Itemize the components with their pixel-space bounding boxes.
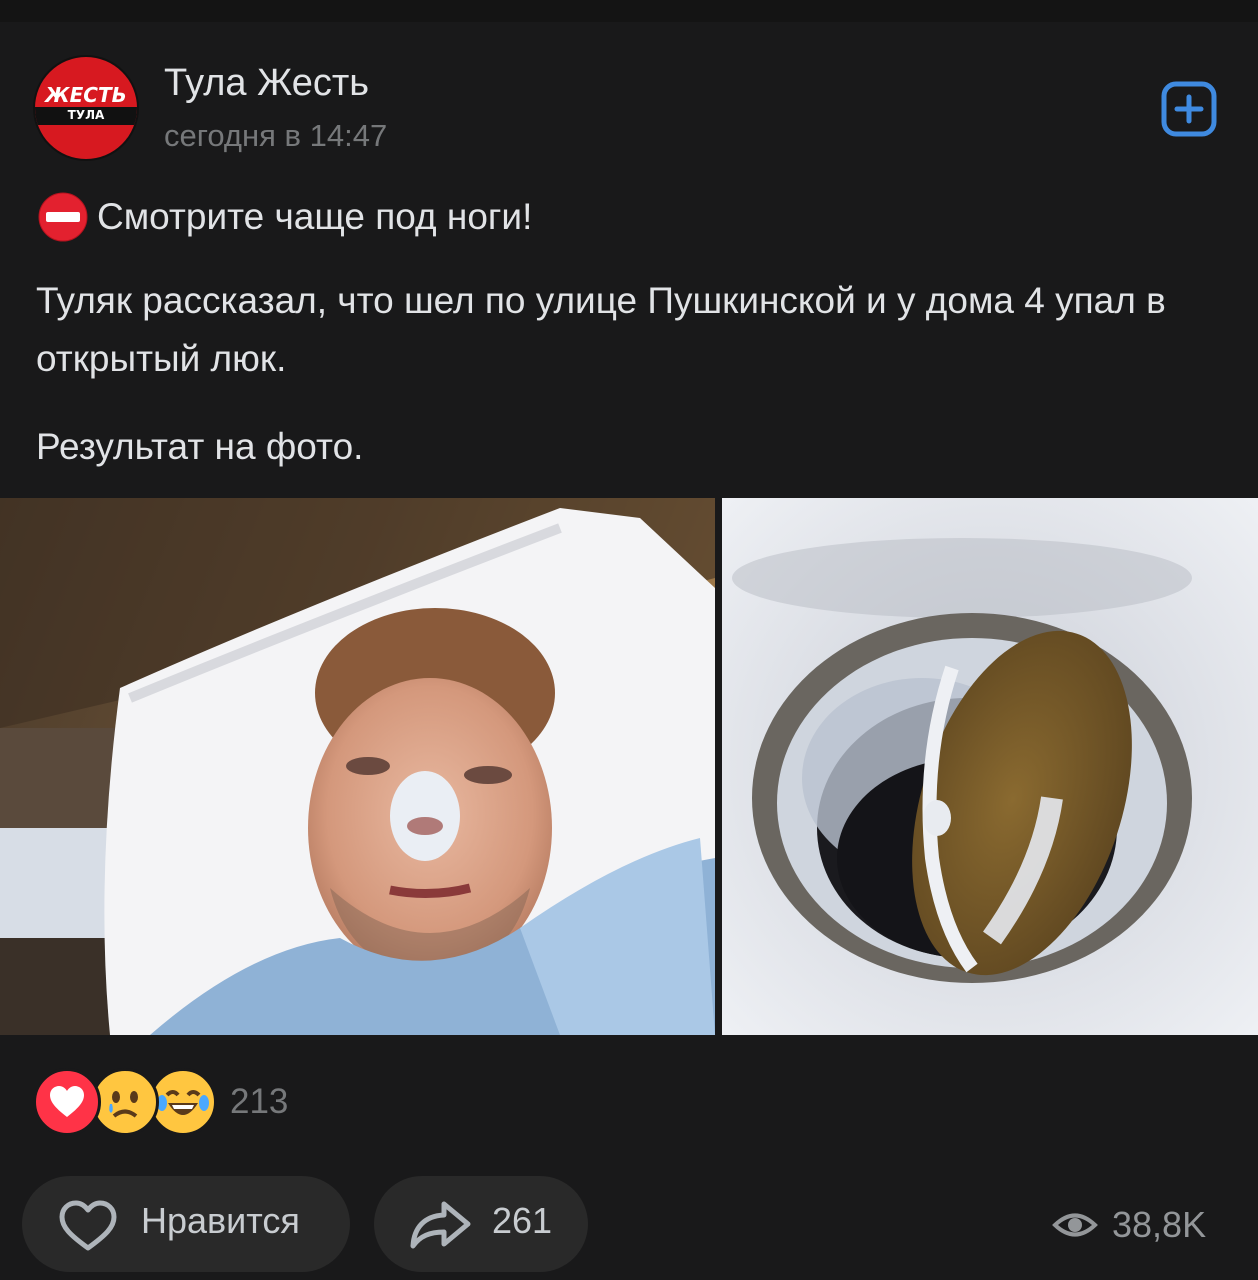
group-name-link[interactable]: Тула Жесть xyxy=(164,62,369,105)
heart-icon xyxy=(33,1068,101,1136)
reactions-summary[interactable]: 213 xyxy=(33,1068,333,1136)
avatar-logo-text-top: ЖЕСТЬ xyxy=(45,83,127,107)
open-manhole-photo[interactable] xyxy=(722,498,1258,1035)
eye-icon xyxy=(1052,1213,1098,1237)
headline-text: Смотрите чаще под ноги! xyxy=(97,196,533,237)
avatar-logo-text-bottom: ТУЛА xyxy=(67,108,105,122)
avatar-logo: ЖЕСТЬ ТУЛА xyxy=(35,57,137,159)
share-button[interactable]: 261 xyxy=(374,1176,588,1272)
like-button[interactable]: Нравится xyxy=(22,1176,350,1272)
status-strip xyxy=(0,0,1258,22)
post-card: ЖЕСТЬ ТУЛА Тула Жесть сегодня в 14:47 См… xyxy=(0,22,1258,1280)
views-count: 38,8K xyxy=(1112,1204,1207,1245)
subscribe-button[interactable] xyxy=(1160,80,1218,138)
post-headline: Смотрите чаще под ноги! xyxy=(38,192,532,242)
group-avatar[interactable]: ЖЕСТЬ ТУЛА xyxy=(33,55,139,161)
crying-face-icon xyxy=(91,1068,159,1136)
hospital-selfie-photo[interactable] xyxy=(0,498,715,1035)
laughing-face-icon xyxy=(149,1068,217,1136)
share-count: 261 xyxy=(492,1200,553,1241)
post-paragraph: Результат на фото. xyxy=(36,426,364,467)
reactions-count: 213 xyxy=(230,1082,289,1121)
heart-outline-icon xyxy=(59,1200,117,1251)
post-timestamp[interactable]: сегодня в 14:47 xyxy=(164,118,387,154)
views-counter: 38,8K xyxy=(1052,1200,1206,1250)
post-paragraph: Туляк рассказал, что шел по улице Пушкин… xyxy=(36,280,1166,379)
like-label: Нравится xyxy=(141,1200,300,1241)
plus-square-icon xyxy=(1161,81,1217,137)
no-entry-icon xyxy=(38,192,88,242)
share-arrow-icon xyxy=(410,1201,471,1249)
